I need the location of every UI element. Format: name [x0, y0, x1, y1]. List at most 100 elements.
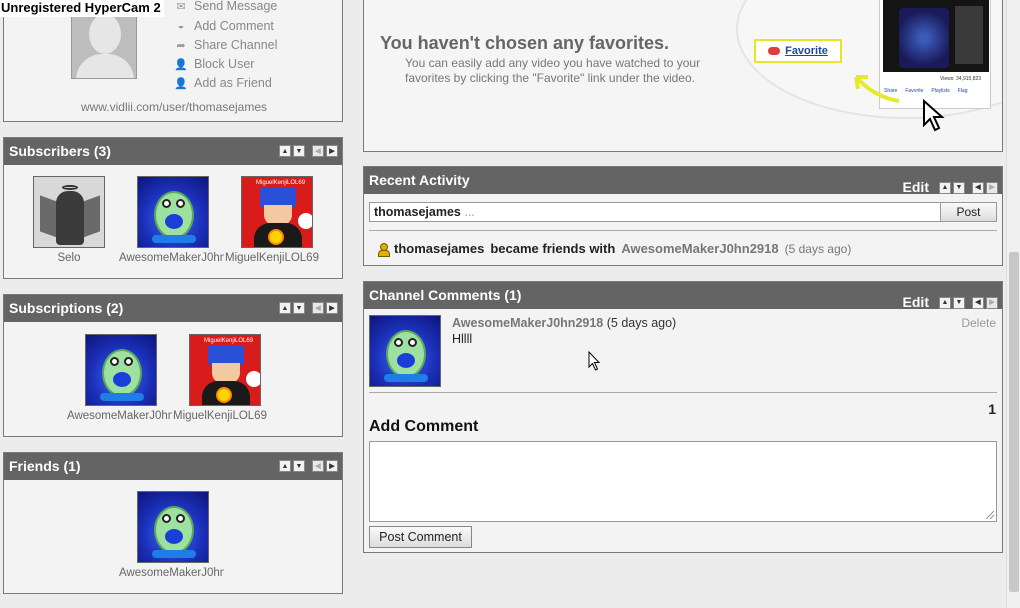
- send-message-link[interactable]: ✉ Send Message: [174, 0, 277, 14]
- scrollbar-thumb[interactable]: [1009, 252, 1019, 592]
- chevron-left-icon[interactable]: ◀: [972, 296, 984, 309]
- action-label: Block User: [194, 57, 255, 71]
- add-comment-link[interactable]: ◒ Add Comment: [174, 18, 274, 34]
- chevron-right-icon[interactable]: ▶: [326, 145, 338, 157]
- status-input[interactable]: thomasejames ...: [369, 202, 941, 222]
- divider: [369, 230, 997, 231]
- pointer-arrow-icon: [854, 75, 900, 103]
- chevron-right-icon[interactable]: ▶: [326, 302, 338, 314]
- favorites-panel: You haven't chosen any favorites. You ca…: [363, 0, 1003, 152]
- share-icon: ➦: [176, 39, 186, 52]
- friend-name[interactable]: AwesomeMakerJ0hn2918: [119, 567, 224, 579]
- subscriber-avatar[interactable]: MiguelKenjiLOL69: [241, 176, 313, 248]
- comment-header: AwesomeMakerJ0hn2918 (5 days ago): [452, 316, 676, 330]
- move-up-icon[interactable]: ▲: [939, 181, 951, 194]
- move-down-icon[interactable]: ▼: [953, 181, 965, 194]
- friends-panel: Friends (1) ▲ ▼ ◀ ▶ AwesomeMakerJ0hn2918: [3, 452, 343, 594]
- activity-time: (5 days ago): [784, 241, 852, 256]
- activity-target[interactable]: AwesomeMakerJ0hn2918: [621, 241, 778, 256]
- panel-title: Recent Activity: [369, 172, 470, 188]
- comment-textarea[interactable]: [369, 441, 997, 522]
- activity-item: thomasejames became friends with Awesome…: [378, 241, 852, 257]
- panel-title: Channel Comments (1): [369, 287, 522, 303]
- move-up-icon[interactable]: ▲: [939, 296, 951, 309]
- subscriber-name[interactable]: AwesomeMakerJ0hn2918: [119, 252, 224, 264]
- comments-page-number[interactable]: 1: [988, 401, 996, 417]
- chevron-left-icon[interactable]: ◀: [312, 460, 324, 472]
- post-button[interactable]: Post: [940, 202, 997, 222]
- page-scrollbar[interactable]: [1006, 0, 1020, 608]
- comment-avatar[interactable]: [369, 315, 441, 387]
- comment-author[interactable]: AwesomeMakerJ0hn2918: [452, 316, 603, 330]
- panel-title: Subscribers (3): [9, 143, 111, 159]
- action-label: Add as Friend: [194, 76, 272, 90]
- subscriber-name[interactable]: Selo: [15, 252, 123, 264]
- status-input-value: thomasejames: [374, 205, 461, 219]
- add-friend-icon: 👤: [174, 77, 188, 90]
- person-icon: [378, 242, 390, 257]
- subscribers-header: Subscribers (3) ▲ ▼ ◀ ▶: [4, 138, 342, 165]
- action-label: Share Channel: [194, 38, 278, 52]
- panel-title: Subscriptions (2): [9, 300, 124, 316]
- friends-header: Friends (1) ▲ ▼ ◀ ▶: [4, 453, 342, 480]
- illustration-link: Playlists: [931, 88, 950, 94]
- move-down-icon[interactable]: ▼: [293, 302, 305, 314]
- subscriptions-panel: Subscriptions (2) ▲ ▼ ◀ ▶ AwesomeMakerJ0…: [3, 294, 343, 437]
- status-input-suffix: ...: [464, 205, 475, 219]
- delete-comment-link[interactable]: Delete: [961, 316, 996, 330]
- profile-panel: ✉ Send Message ◒ Add Comment ➦ Share Cha…: [3, 0, 343, 122]
- hypercam-watermark: Unregistered HyperCam 2: [0, 0, 164, 17]
- subscriber-name[interactable]: MiguelKenjiLOL69: [225, 252, 330, 264]
- block-icon: 👤: [174, 58, 188, 71]
- move-up-icon[interactable]: ▲: [279, 302, 291, 314]
- envelope-icon: ✉: [176, 0, 186, 13]
- subscription-avatar[interactable]: [85, 334, 157, 406]
- subscription-name[interactable]: AwesomeMakerJ0hn2918: [67, 410, 172, 422]
- favorite-label: Favorite: [785, 45, 828, 57]
- channel-comments-panel: Channel Comments (1) Edit ▲ ▼ ◀ ▶ Awesom…: [363, 281, 1003, 553]
- chevron-right-icon[interactable]: ▶: [986, 181, 998, 194]
- recent-activity-header: Recent Activity Edit ▲ ▼ ◀ ▶: [364, 167, 1002, 195]
- subscriber-avatar[interactable]: [33, 176, 105, 248]
- edit-link[interactable]: Edit: [903, 174, 929, 201]
- action-label: Add Comment: [194, 19, 274, 33]
- chevron-right-icon[interactable]: ▶: [986, 296, 998, 309]
- channel-comments-header: Channel Comments (1) Edit ▲ ▼ ◀ ▶: [364, 282, 1002, 310]
- heart-icon: [768, 47, 781, 55]
- chevron-right-icon[interactable]: ▶: [326, 460, 338, 472]
- subscriber-avatar[interactable]: [137, 176, 209, 248]
- move-down-icon[interactable]: ▼: [293, 460, 305, 472]
- activity-verb: became friends with: [490, 241, 616, 256]
- resize-grip-icon[interactable]: [986, 511, 994, 519]
- profile-url[interactable]: www.vidlii.com/user/thomasejames: [4, 100, 344, 114]
- add-friend-link[interactable]: 👤 Add as Friend: [174, 75, 272, 91]
- chevron-left-icon[interactable]: ◀: [312, 145, 324, 157]
- activity-actor[interactable]: thomasejames: [394, 241, 484, 256]
- move-up-icon[interactable]: ▲: [279, 460, 291, 472]
- chevron-left-icon[interactable]: ◀: [312, 302, 324, 314]
- illustration-cursor-icon: [923, 99, 945, 132]
- subscription-name[interactable]: MiguelKenjiLOL69: [173, 410, 277, 422]
- subscribers-panel: Subscribers (3) ▲ ▼ ◀ ▶ Selo AwesomeMake…: [3, 137, 343, 279]
- comment-icon: ◒: [177, 20, 185, 32]
- illustration-link: Flag: [957, 88, 968, 94]
- favorites-empty-title: You haven't chosen any favorites.: [380, 33, 670, 53]
- views-count: Views: 34,915,823: [940, 76, 982, 82]
- post-comment-button[interactable]: Post Comment: [369, 526, 472, 548]
- edit-link[interactable]: Edit: [903, 289, 929, 316]
- divider: [369, 392, 997, 393]
- share-channel-link[interactable]: ➦ Share Channel: [174, 37, 277, 53]
- friend-avatar[interactable]: [137, 491, 209, 563]
- block-user-link[interactable]: 👤 Block User: [174, 56, 254, 72]
- move-down-icon[interactable]: ▼: [953, 296, 965, 309]
- chevron-left-icon[interactable]: ◀: [972, 181, 984, 194]
- comment-time: (5 days ago): [606, 316, 677, 330]
- subscription-avatar[interactable]: MiguelKenjiLOL69: [189, 334, 261, 406]
- move-up-icon[interactable]: ▲: [279, 145, 291, 157]
- favorites-empty-text: You can easily add any video you have wa…: [405, 56, 701, 85]
- recent-activity-panel: Recent Activity Edit ▲ ▼ ◀ ▶ thomasejame…: [363, 166, 1003, 266]
- add-comment-title: Add Comment: [369, 418, 479, 435]
- move-down-icon[interactable]: ▼: [293, 145, 305, 157]
- mouse-cursor-icon: [588, 351, 601, 371]
- comment-text: Hllll: [452, 332, 473, 346]
